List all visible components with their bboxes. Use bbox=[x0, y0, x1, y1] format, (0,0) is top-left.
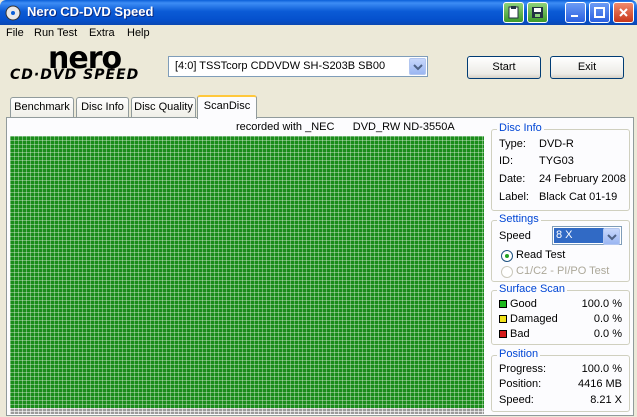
surface-scan-map-footer bbox=[10, 408, 484, 414]
good-legend-swatch bbox=[499, 300, 507, 308]
bad-percent: 0.0 % bbox=[593, 328, 622, 340]
disc-date: 24 February 2008 bbox=[539, 173, 626, 185]
start-button[interactable]: Start bbox=[467, 56, 541, 79]
tab-scandisc[interactable]: ScanDisc bbox=[197, 95, 257, 119]
disc-id: TYG03 bbox=[539, 155, 574, 167]
position-label: Position: bbox=[499, 378, 542, 390]
surface-scan-map bbox=[10, 136, 484, 408]
c1c2-test-label[interactable]: C1/C2 - PI/PO Test bbox=[516, 265, 609, 277]
drive-select[interactable]: [4:0] TSSTcorp CDDVDW SH-S203B SB00 bbox=[168, 56, 428, 77]
good-label: Good bbox=[510, 298, 537, 310]
read-test-label[interactable]: Read Test bbox=[516, 249, 565, 261]
position-value: 4416 MB bbox=[577, 378, 622, 390]
menu-extra[interactable]: Extra bbox=[89, 27, 115, 39]
disc-type: DVD-R bbox=[539, 138, 574, 150]
current-speed-value: 8.21 X bbox=[590, 394, 622, 406]
menu-run-test[interactable]: Run Test bbox=[34, 27, 77, 39]
chevron-down-icon[interactable] bbox=[409, 58, 426, 75]
position-title: Position bbox=[497, 348, 541, 360]
damaged-percent: 0.0 % bbox=[593, 313, 622, 325]
close-button[interactable] bbox=[613, 2, 634, 23]
clipboard-icon[interactable] bbox=[503, 2, 524, 23]
damaged-label: Damaged bbox=[510, 313, 558, 325]
window-title: Nero CD-DVD Speed bbox=[27, 4, 154, 19]
type-label: Type: bbox=[499, 138, 526, 150]
date-label: Date: bbox=[499, 173, 526, 185]
speed-select[interactable]: 8 X bbox=[552, 226, 622, 245]
exit-button[interactable]: Exit bbox=[550, 56, 624, 79]
disc-info-title: Disc Info bbox=[497, 122, 544, 134]
drive-select-value: [4:0] TSSTcorp CDDVDW SH-S203B SB00 bbox=[175, 60, 386, 72]
menu-help[interactable]: Help bbox=[127, 27, 150, 39]
title-bar[interactable]: Nero CD-DVD Speed bbox=[0, 0, 637, 25]
save-icon[interactable] bbox=[527, 2, 548, 23]
tab-disc-info[interactable]: Disc Info bbox=[76, 97, 129, 117]
bad-label: Bad bbox=[510, 328, 530, 340]
tab-benchmark[interactable]: Benchmark bbox=[10, 97, 74, 117]
good-percent: 100.0 % bbox=[581, 298, 622, 310]
minimize-button[interactable] bbox=[565, 2, 586, 23]
recorded-with-label: recorded with _NEC DVD_RW ND-3550A bbox=[236, 121, 455, 133]
damaged-legend-swatch bbox=[499, 315, 507, 323]
speed-chevron-down-icon[interactable] bbox=[603, 228, 620, 245]
speed-select-value: 8 X bbox=[554, 228, 604, 243]
settings-title: Settings bbox=[497, 213, 541, 225]
disc-label: Black Cat 01-19 bbox=[539, 191, 618, 203]
cd-dvd-speed-logo: CD·DVD SPEED bbox=[10, 67, 140, 83]
menu-file[interactable]: File bbox=[6, 27, 24, 39]
app-icon bbox=[5, 5, 21, 21]
tab-disc-quality[interactable]: Disc Quality bbox=[131, 97, 196, 117]
maximize-button[interactable] bbox=[589, 2, 610, 23]
speed-label: Speed bbox=[499, 230, 531, 242]
progress-label: Progress: bbox=[499, 363, 547, 375]
surface-scan-title: Surface Scan bbox=[497, 283, 568, 295]
current-speed-label: Speed: bbox=[499, 394, 534, 406]
bad-legend-swatch bbox=[499, 330, 507, 338]
read-test-radio[interactable] bbox=[501, 250, 513, 262]
label-label: Label: bbox=[499, 191, 529, 203]
id-label: ID: bbox=[499, 155, 514, 167]
progress-value: 100.0 % bbox=[581, 363, 622, 375]
c1c2-test-radio[interactable] bbox=[501, 266, 513, 278]
